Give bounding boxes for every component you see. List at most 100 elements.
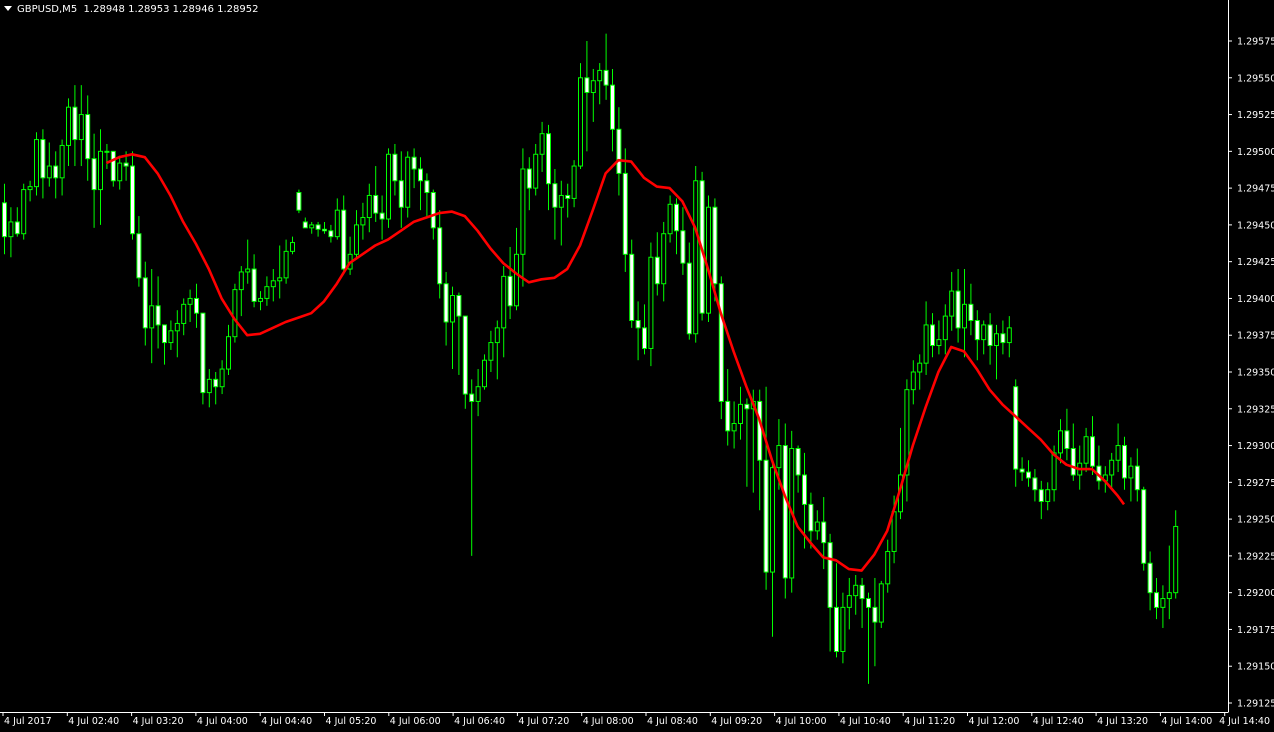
candle xyxy=(718,276,724,420)
candle-body xyxy=(232,289,238,338)
candle-body xyxy=(283,250,289,279)
candle-body xyxy=(328,230,334,238)
candle-body xyxy=(437,227,443,285)
candle-body xyxy=(782,445,788,579)
candle-body xyxy=(686,262,692,335)
price-tick-label: 1.29125 xyxy=(1237,699,1274,710)
candle xyxy=(603,33,609,100)
candle xyxy=(923,301,929,375)
candle-body xyxy=(802,474,807,505)
candle xyxy=(418,157,423,211)
candle-body xyxy=(98,150,103,191)
candle xyxy=(91,133,97,228)
candle xyxy=(283,239,289,284)
candle-body xyxy=(654,256,660,285)
candle-body xyxy=(501,275,507,329)
candle xyxy=(661,221,667,302)
candle-body xyxy=(270,280,276,288)
candle xyxy=(955,269,961,343)
candle-body xyxy=(661,233,667,285)
candle-body xyxy=(213,378,219,388)
candle xyxy=(654,232,660,296)
candle xyxy=(450,286,455,370)
candle xyxy=(507,246,513,320)
chart-window[interactable]: 1.29575 1.29550 1.29525 1.29500 1.29475 1.294… xyxy=(0,0,1274,732)
candle-body xyxy=(155,305,161,326)
price-tick-label: 1.29325 xyxy=(1237,404,1274,415)
time-tick-label: 4 Jul 09:20 xyxy=(711,716,762,727)
candle xyxy=(917,354,923,390)
candle xyxy=(770,460,775,637)
candle-body xyxy=(968,303,974,322)
candle-body xyxy=(379,212,385,220)
candle-body xyxy=(1032,477,1038,491)
price-tick-label: 1.29225 xyxy=(1237,551,1274,562)
candle xyxy=(949,271,955,331)
candle xyxy=(168,320,174,350)
candle-body xyxy=(130,165,135,235)
candle-body xyxy=(142,277,148,329)
time-tick-label: 4 Jul 11:20 xyxy=(904,716,955,727)
candle-body xyxy=(1026,471,1031,479)
price-tick-label: 1.29275 xyxy=(1237,478,1274,489)
candle xyxy=(85,95,91,181)
candle-body xyxy=(53,165,59,179)
candle-body xyxy=(853,584,859,597)
candle-body xyxy=(494,327,500,344)
candle-body xyxy=(450,295,455,323)
candle-body xyxy=(507,275,513,307)
candle xyxy=(488,330,494,372)
candle-body xyxy=(277,277,283,282)
time-tick-label: 4 Jul 05:20 xyxy=(326,716,377,727)
time-tick-label: 4 Jul 07:20 xyxy=(518,716,569,727)
candle xyxy=(987,313,993,365)
axes-layer: 1.29575 1.29550 1.29525 1.29500 1.29475 1.294… xyxy=(0,0,1274,727)
candle-body xyxy=(366,194,372,219)
candle xyxy=(814,510,820,540)
candle-body xyxy=(1019,468,1025,473)
candle xyxy=(616,107,622,196)
candle xyxy=(226,324,231,375)
candle xyxy=(469,379,475,556)
candle-body xyxy=(622,172,628,255)
time-tick-label: 4 Jul 04:40 xyxy=(261,716,312,727)
candle xyxy=(187,289,193,322)
candle xyxy=(386,148,391,228)
candle xyxy=(181,298,187,336)
candle-body xyxy=(866,598,871,608)
candle-body xyxy=(667,203,673,235)
candle-body xyxy=(1064,430,1070,449)
candle-body xyxy=(424,180,430,194)
candle-body xyxy=(341,209,347,270)
candle-body xyxy=(1070,447,1076,476)
candle-body xyxy=(1173,525,1179,594)
candle-body xyxy=(770,467,775,573)
candle-body xyxy=(40,139,46,179)
candle xyxy=(117,155,123,190)
candle xyxy=(290,236,295,255)
candle-body xyxy=(936,339,942,347)
candle-body xyxy=(578,77,583,167)
candle-body xyxy=(558,194,564,208)
price-tick-label: 1.29375 xyxy=(1237,331,1274,342)
candle-body xyxy=(891,511,897,552)
candle-body xyxy=(149,305,155,329)
candle xyxy=(136,216,142,287)
candle xyxy=(21,183,27,240)
time-tick-label: 4 Jul 12:40 xyxy=(1033,716,1084,727)
candle xyxy=(731,401,737,449)
candle-body xyxy=(885,550,891,585)
price-chart[interactable]: 1.29575 1.29550 1.29525 1.29500 1.29475 1.294… xyxy=(0,0,1274,732)
candle-body xyxy=(174,322,180,332)
candle-body xyxy=(610,84,615,130)
candle xyxy=(853,575,859,615)
price-tick-label: 1.29250 xyxy=(1237,515,1274,526)
candle xyxy=(347,236,353,275)
candle xyxy=(53,151,59,199)
candle-body xyxy=(110,150,116,182)
candle-body xyxy=(648,256,654,349)
dropdown-arrow-icon[interactable] xyxy=(4,6,12,11)
price-tick-label: 1.29400 xyxy=(1237,294,1274,305)
candle xyxy=(411,148,417,189)
candle-body xyxy=(917,362,923,373)
